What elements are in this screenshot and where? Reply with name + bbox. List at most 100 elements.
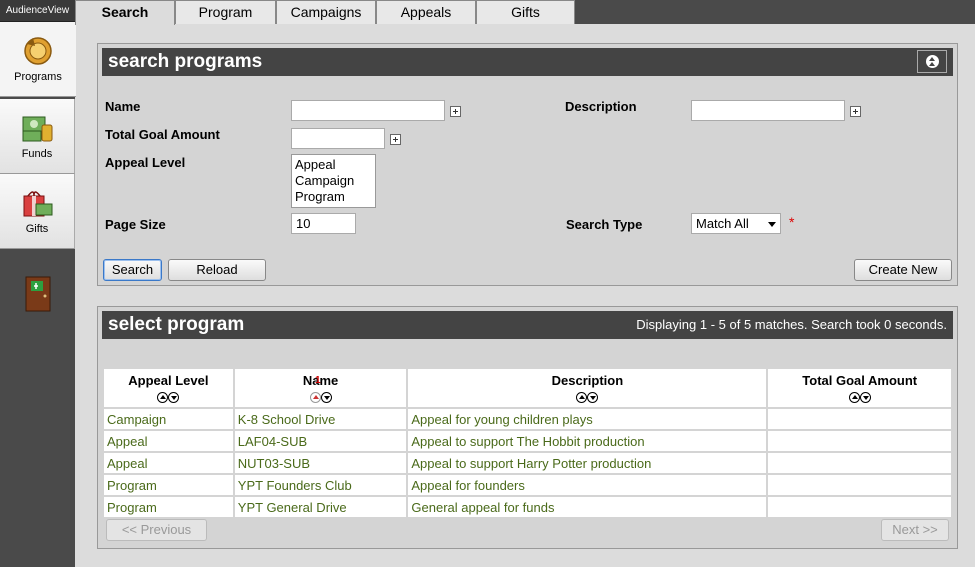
cell-name[interactable]: YPT General Drive <box>232 495 409 519</box>
tab-search[interactable]: Search <box>75 0 175 25</box>
cell-description[interactable]: Appeal for young children plays <box>406 407 769 431</box>
page-size-input[interactable] <box>291 213 356 234</box>
dropdown-arrow-icon <box>768 222 776 227</box>
tab-campaigns[interactable]: Campaigns <box>276 0 376 24</box>
create-new-button[interactable]: Create New <box>854 259 952 281</box>
previous-page-button[interactable]: << Previous <box>106 519 207 541</box>
cell-appeal-level[interactable]: Appeal <box>102 429 235 453</box>
cell-name[interactable]: NUT03-SUB <box>232 451 409 475</box>
tab-program[interactable]: Program <box>175 0 276 24</box>
cell-description[interactable]: General appeal for funds <box>406 495 769 519</box>
reload-button[interactable]: Reload <box>168 259 266 281</box>
cell-name[interactable]: LAF04-SUB <box>232 429 409 453</box>
sidebar: AudienceView Programs Funds Gifts <box>0 0 76 567</box>
appeal-level-label: Appeal Level <box>105 155 186 170</box>
listbox-option-program[interactable]: Program <box>295 189 372 205</box>
plus-icon[interactable] <box>390 134 401 145</box>
name-input[interactable] <box>291 100 445 121</box>
cell-appeal-level[interactable]: Appeal <box>102 451 235 475</box>
table-header-row: Appeal Level Name Description Total Goal… <box>102 367 953 409</box>
results-status: Displaying 1 - 5 of 5 matches. Search to… <box>636 317 947 332</box>
sort-ascending-icon[interactable] <box>157 392 169 404</box>
appeal-level-listbox[interactable]: Appeal Campaign Program <box>291 154 376 208</box>
column-header-label: Description <box>551 373 624 388</box>
sidebar-item-funds[interactable]: Funds <box>0 99 75 174</box>
sidebar-item-programs[interactable]: Programs <box>0 22 76 97</box>
sidebar-item-label: Gifts <box>25 223 49 235</box>
brand-logo: AudienceView <box>0 0 75 22</box>
cell-name[interactable]: YPT Founders Club <box>232 473 409 497</box>
sidebar-item-label: Funds <box>21 148 53 160</box>
gifts-icon <box>23 191 53 217</box>
column-header-label: Appeal Level <box>128 373 209 388</box>
search-panel: search programs <box>97 43 958 286</box>
search-type-select[interactable]: Match All <box>691 213 781 234</box>
cell-total-goal[interactable] <box>766 451 953 475</box>
sort-descending-icon[interactable] <box>587 392 599 404</box>
table-row[interactable]: Program YPT General Drive General appeal… <box>102 495 953 519</box>
tab-appeals[interactable]: Appeals <box>376 0 476 24</box>
table-row[interactable]: Appeal LAF04-SUB Appeal to support The H… <box>102 429 953 453</box>
sort-descending-icon[interactable] <box>168 392 180 404</box>
cell-appeal-level[interactable]: Campaign <box>102 407 235 431</box>
results-panel-header: select program Displaying 1 - 5 of 5 mat… <box>102 311 953 339</box>
plus-icon[interactable] <box>850 106 861 117</box>
search-panel-header: search programs <box>102 48 953 76</box>
collapse-button[interactable] <box>917 50 947 73</box>
table-row[interactable]: Campaign K-8 School Drive Appeal for you… <box>102 407 953 431</box>
sort-controls <box>236 389 406 404</box>
cell-appeal-level[interactable]: Program <box>102 473 235 497</box>
cell-description[interactable]: Appeal to support The Hobbit production <box>406 429 769 453</box>
sort-descending-icon[interactable] <box>859 392 871 404</box>
cell-name[interactable]: K-8 School Drive <box>232 407 409 431</box>
total-goal-label: Total Goal Amount <box>105 127 220 142</box>
description-label: Description <box>565 99 637 114</box>
tab-bar: Search Program Campaigns Appeals Gifts <box>75 0 975 25</box>
table-row[interactable]: Appeal NUT03-SUB Appeal to support Harry… <box>102 451 953 475</box>
cell-description[interactable]: Appeal to support Harry Potter productio… <box>406 451 769 475</box>
collapse-icon <box>925 55 939 68</box>
search-type-value: Match All <box>696 216 749 231</box>
cell-appeal-level[interactable]: Program <box>102 495 235 519</box>
cell-total-goal[interactable] <box>766 429 953 453</box>
cell-total-goal[interactable] <box>766 407 953 431</box>
results-panel: select program Displaying 1 - 5 of 5 mat… <box>97 306 958 549</box>
cell-total-goal[interactable] <box>766 473 953 497</box>
tab-gifts[interactable]: Gifts <box>476 0 575 24</box>
panel-title: search programs <box>108 51 263 72</box>
cell-description[interactable]: Appeal for founders <box>406 473 769 497</box>
sidebar-item-gifts[interactable]: Gifts <box>0 174 75 249</box>
panel-title: select program <box>108 314 245 335</box>
search-button[interactable]: Search <box>103 259 162 281</box>
total-goal-input[interactable] <box>291 128 385 149</box>
name-label: Name <box>105 99 141 114</box>
sort-ascending-icon[interactable] <box>576 392 588 404</box>
sidebar-item-label: Programs <box>14 71 62 83</box>
sort-descending-icon[interactable] <box>320 392 332 404</box>
plus-icon[interactable] <box>450 106 461 117</box>
sort-controls <box>409 389 765 404</box>
cell-total-goal[interactable] <box>766 495 953 519</box>
table-row[interactable]: Program YPT Founders Club Appeal for fou… <box>102 473 953 497</box>
sort-controls <box>769 389 950 404</box>
search-type-label: Search Type <box>566 217 643 232</box>
funds-icon <box>22 116 53 142</box>
listbox-option-appeal[interactable]: Appeal <box>295 157 372 173</box>
column-header-label: Total Goal Amount <box>802 373 918 388</box>
required-mark: * <box>789 214 795 230</box>
listbox-option-campaign[interactable]: Campaign <box>295 173 372 189</box>
exit-door-icon[interactable] <box>24 276 52 312</box>
sort-controls <box>105 389 232 404</box>
next-page-button[interactable]: Next >> <box>881 519 949 541</box>
column-header-description[interactable]: Description <box>406 367 769 409</box>
programs-icon <box>24 37 52 65</box>
column-header-name[interactable]: Name <box>232 367 409 409</box>
description-input[interactable] <box>691 100 845 121</box>
column-header-total-goal[interactable]: Total Goal Amount <box>766 367 953 409</box>
page-size-label: Page Size <box>105 217 166 232</box>
sort-order-badge: 1 <box>315 375 321 386</box>
results-table: Appeal Level Name Description Total Goal… <box>102 367 953 519</box>
sort-ascending-icon[interactable] <box>309 392 321 404</box>
column-header-appeal-level[interactable]: Appeal Level <box>102 367 235 409</box>
sort-ascending-icon[interactable] <box>848 392 860 404</box>
